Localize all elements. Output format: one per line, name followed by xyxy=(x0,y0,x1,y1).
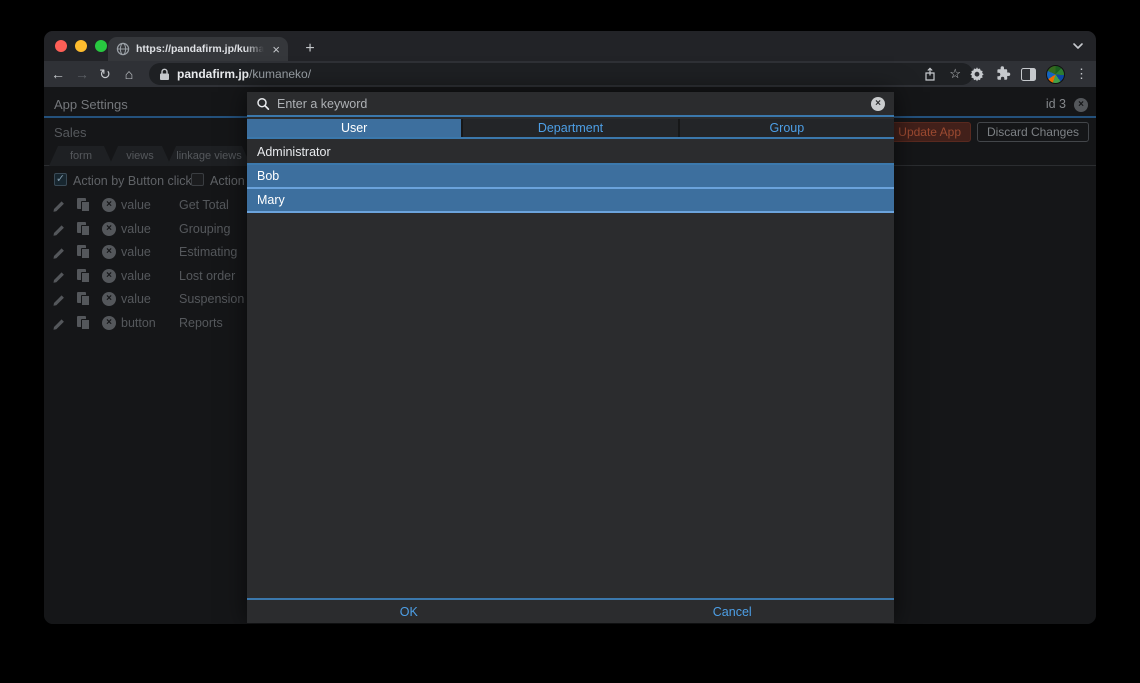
tab-department[interactable]: Department xyxy=(463,119,677,137)
page-content: App Settings id 3 × Sales Update App Dis… xyxy=(44,87,1097,625)
action-name: Lost order xyxy=(179,269,235,283)
bookmark-star-icon[interactable]: ☆ xyxy=(949,66,961,82)
remove-icon[interactable]: × xyxy=(102,269,116,283)
tab-title: https://pandafirm.jp/kumaneko xyxy=(136,43,264,55)
copy-icon[interactable] xyxy=(77,316,90,330)
tab-close-icon[interactable]: × xyxy=(272,43,280,56)
checkbox-label: Action by Button click xyxy=(73,174,192,188)
list-item-mary[interactable]: Mary xyxy=(247,189,894,213)
remove-icon[interactable]: × xyxy=(102,292,116,306)
checkbox-action-b[interactable] xyxy=(191,173,204,186)
profile-avatar[interactable] xyxy=(1046,65,1065,84)
action-type: value xyxy=(121,292,151,306)
globe-favicon-icon xyxy=(116,42,130,56)
url-path: /kumaneko/ xyxy=(249,67,311,81)
entity-picker-dialog: × User Department Group Administrator Bo… xyxy=(247,92,894,623)
edit-pencil-icon[interactable] xyxy=(52,317,66,331)
edit-pencil-icon[interactable] xyxy=(52,246,66,260)
action-type: value xyxy=(121,269,151,283)
action-type: value xyxy=(121,222,151,236)
browser-window: https://pandafirm.jp/kumaneko × + ← → ↻ … xyxy=(43,30,1097,625)
user-list: Administrator Bob Mary xyxy=(247,141,894,213)
edit-pencil-icon[interactable] xyxy=(52,293,66,307)
side-panel-icon[interactable] xyxy=(1021,68,1036,81)
clear-search-icon[interactable]: × xyxy=(871,97,885,111)
ok-button[interactable]: OK xyxy=(247,600,571,623)
close-icon[interactable]: × xyxy=(1074,98,1088,112)
edit-pencil-icon[interactable] xyxy=(52,199,66,213)
search-icon xyxy=(256,97,270,111)
copy-icon[interactable] xyxy=(77,198,90,212)
close-window-button[interactable] xyxy=(55,40,67,52)
home-icon[interactable]: ⌂ xyxy=(119,61,139,87)
copy-icon[interactable] xyxy=(77,269,90,283)
cancel-button[interactable]: Cancel xyxy=(571,600,895,623)
menu-icon[interactable]: ⋮ xyxy=(1075,66,1088,82)
chevron-down-icon[interactable] xyxy=(1072,40,1084,52)
picker-tabs: User Department Group xyxy=(247,119,894,139)
browser-toolbar: ← → ↻ ⌂ pandafirm.jp/kumaneko/ ☆ xyxy=(44,61,1096,87)
lock-icon xyxy=(159,68,170,81)
tab-group[interactable]: Group xyxy=(680,119,894,137)
browser-tab[interactable]: https://pandafirm.jp/kumaneko × xyxy=(108,37,288,61)
maximize-window-button[interactable] xyxy=(95,40,107,52)
minimize-window-button[interactable] xyxy=(75,40,87,52)
tab-linkage-views[interactable]: linkage views xyxy=(167,146,251,166)
action-name: Grouping xyxy=(179,222,230,236)
update-app-button[interactable]: Update App xyxy=(888,122,971,142)
forward-icon[interactable]: → xyxy=(72,61,92,87)
action-name: Estimating xyxy=(179,245,237,259)
action-name: Get Total xyxy=(179,198,229,212)
browser-tab-strip: https://pandafirm.jp/kumaneko × + xyxy=(44,31,1096,61)
copy-icon[interactable] xyxy=(77,222,90,236)
remove-icon[interactable]: × xyxy=(102,245,116,259)
checkbox-action-by-button-click[interactable]: ✓ xyxy=(54,173,67,186)
copy-icon[interactable] xyxy=(77,245,90,259)
action-type: value xyxy=(121,245,151,259)
back-icon[interactable]: ← xyxy=(48,61,68,87)
remove-icon[interactable]: × xyxy=(102,222,116,236)
copy-icon[interactable] xyxy=(77,292,90,306)
window-controls xyxy=(55,40,107,52)
url-text: pandafirm.jp/kumaneko/ xyxy=(177,67,311,81)
remove-icon[interactable]: × xyxy=(102,316,116,330)
tab-views[interactable]: views xyxy=(109,146,171,166)
list-item-administrator[interactable]: Administrator xyxy=(247,141,894,165)
page-title: App Settings xyxy=(54,97,128,112)
tab-user[interactable]: User xyxy=(247,119,461,137)
new-tab-button[interactable]: + xyxy=(298,37,322,61)
extensions-icon[interactable] xyxy=(995,66,1011,82)
action-name: Suspension xyxy=(179,292,244,306)
url-domain: pandafirm.jp xyxy=(177,67,249,81)
gear-icon[interactable] xyxy=(969,66,985,82)
action-type: value xyxy=(121,198,151,212)
remove-icon[interactable]: × xyxy=(102,198,116,212)
app-name: Sales xyxy=(54,125,87,140)
list-item-bob[interactable]: Bob xyxy=(247,165,894,189)
tab-form[interactable]: form xyxy=(49,146,113,166)
reload-icon[interactable]: ↻ xyxy=(95,61,115,87)
address-bar[interactable]: pandafirm.jp/kumaneko/ ☆ xyxy=(149,63,973,85)
discard-changes-button[interactable]: Discard Changes xyxy=(977,122,1089,142)
edit-pencil-icon[interactable] xyxy=(52,270,66,284)
record-id-label: id 3 xyxy=(1046,97,1066,111)
dialog-footer: OK Cancel xyxy=(247,598,894,623)
edit-pencil-icon[interactable] xyxy=(52,223,66,237)
search-input[interactable] xyxy=(277,97,864,111)
action-name: Reports xyxy=(179,316,223,330)
share-icon[interactable] xyxy=(924,67,936,81)
search-bar: × xyxy=(247,92,894,117)
action-type: button xyxy=(121,316,156,330)
